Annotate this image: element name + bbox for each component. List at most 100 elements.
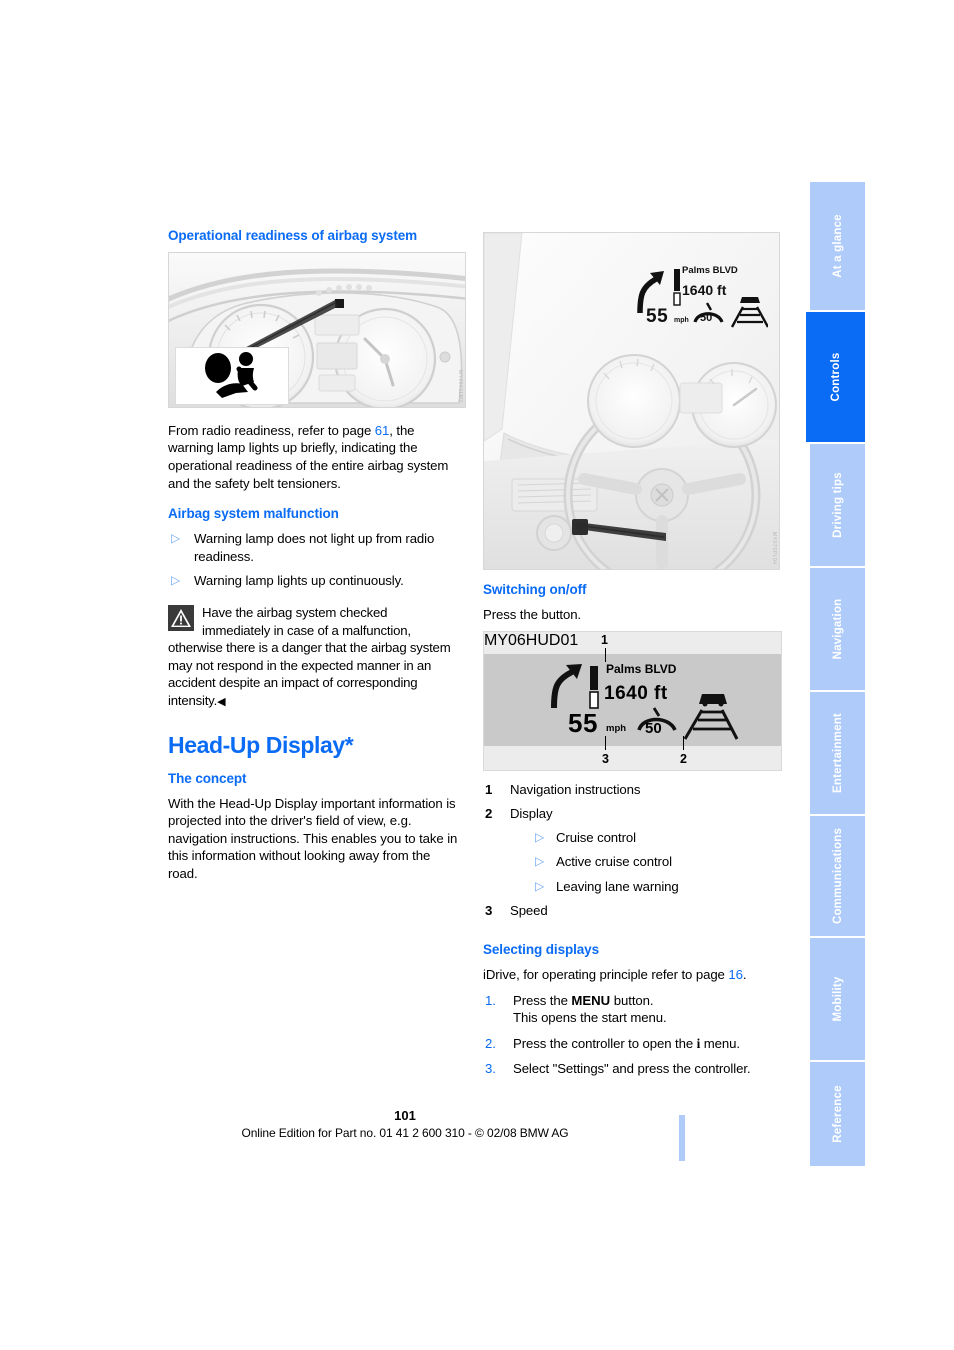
page-reference-link[interactable]: 16 <box>728 967 743 982</box>
paragraph-switching: Press the button. <box>483 606 581 622</box>
heading-airbag-malfunction: Airbag system malfunction <box>168 506 339 522</box>
step-2: 2. Press the controller to open the i men… <box>483 1035 780 1053</box>
chapter-tab-rail: At a glance Controls Driving tips Naviga… <box>806 182 865 1166</box>
warning-triangle-icon <box>168 604 194 631</box>
left-column: Operational readiness of airbag system M… <box>168 228 466 897</box>
legend-label: Display <box>510 806 553 822</box>
heading-the-concept: The concept <box>168 770 247 786</box>
heading-switching-on-off: Switching on/off <box>483 582 587 597</box>
paragraph-airbag-readiness: From radio readiness, refer to page 61, … <box>168 422 458 492</box>
right-column: Palms BLVD 1640 ft 55 mph 50 MY07SPL04 S… <box>483 232 782 1086</box>
legend-number: 2 <box>485 806 493 822</box>
warning-note: Have the airbag system checked immediate… <box>168 604 458 712</box>
triangle-bullet-icon: ▷ <box>535 829 545 844</box>
sidebar-tab-label: Navigation <box>831 598 844 660</box>
list-item: ▷ Warning lamp does not light up from ra… <box>168 530 458 565</box>
hud-speed-unit: mph <box>674 317 689 324</box>
callout-label-2: 2 <box>680 752 687 767</box>
heading-selecting-displays: Selecting displays <box>483 942 599 958</box>
figure-code: MY06011M3 <box>457 370 463 403</box>
list-item-label: Active cruise control <box>556 854 672 870</box>
figure-code: MY06HUD01 <box>484 632 579 650</box>
hud-figure-speed-unit: mph <box>606 723 627 735</box>
sidebar-tab-label: Reference <box>831 1085 844 1143</box>
step-text-second-line: This opens the start menu. <box>513 1010 667 1026</box>
paragraph-idrive: iDrive, for operating principle refer to… <box>483 966 780 984</box>
step-text-pre: Press the <box>513 992 572 1008</box>
airbag-icon <box>205 351 258 398</box>
list-item: ▷ Active cruise control <box>510 853 780 871</box>
legend-label: Speed <box>510 903 548 919</box>
step-text-post: menu. <box>700 1035 740 1051</box>
callout-leader-1 <box>605 648 606 663</box>
hud-figure-speed-limit: 50 <box>645 720 662 738</box>
list-item: ▷ Cruise control <box>510 829 780 847</box>
sidebar-tab-reference[interactable]: Reference <box>810 1062 865 1166</box>
triangle-bullet-icon: ▷ <box>535 878 545 893</box>
hud-speed-value: 55 <box>646 306 669 327</box>
warning-note-text: Have the airbag system checked immediate… <box>168 604 451 708</box>
hud-speed-limit: 50 <box>700 312 713 324</box>
sidebar-tab-label: At a glance <box>831 214 844 278</box>
callout-label-1: 1 <box>601 633 608 648</box>
sidebar-tab-at-a-glance[interactable]: At a glance <box>810 182 865 310</box>
legend-label: Navigation instructions <box>510 782 641 798</box>
heading-head-up-display: Head-Up Display* <box>168 732 354 759</box>
note-end-mark: ◀ <box>217 695 226 708</box>
sidebar-tab-label: Communications <box>831 827 844 925</box>
figure-code: MY07SPL04 <box>771 532 777 565</box>
hud-figure-speed: 55 <box>568 708 598 739</box>
page-reference-link[interactable]: 61 <box>375 423 390 438</box>
selecting-displays-steps: 1. Press the MENU button. This opens the … <box>483 992 780 1078</box>
step-text-pre: Select "Settings" and press the controll… <box>513 1061 751 1077</box>
airbag-warning-lamp-callout <box>175 346 289 405</box>
sidebar-tab-driving-tips[interactable]: Driving tips <box>810 444 865 566</box>
hud-figure-lane-warning-icon <box>683 694 739 741</box>
menu-button-label: MENU <box>571 992 611 1008</box>
figure-hud-windshield: Palms BLVD 1640 ft 55 mph 50 MY07SPL04 <box>483 232 780 570</box>
list-item-label: Warning lamp does not light up from radi… <box>194 531 435 564</box>
step-number: 1. <box>485 992 496 1008</box>
callout-leader-3 <box>605 736 606 751</box>
legend-number: 1 <box>485 782 493 798</box>
sidebar-tab-label: Entertainment <box>831 713 844 793</box>
sidebar-tab-label: Mobility <box>831 976 844 1022</box>
step-3: 3. Select "Settings" and press the contro… <box>483 1060 780 1078</box>
page-number: 101 <box>394 1108 416 1123</box>
step-text-pre: Press the controller to open the <box>513 1035 697 1051</box>
callout-label-3: 3 <box>602 752 609 767</box>
footer-accent-bar <box>679 1115 685 1161</box>
sidebar-tab-navigation[interactable]: Navigation <box>810 568 865 690</box>
paragraph-text-pre: iDrive, for operating principle refer to… <box>483 966 729 982</box>
step-text-post: button. <box>610 992 654 1008</box>
triangle-bullet-icon: ▷ <box>535 854 545 869</box>
heading-airbag-readiness: Operational readiness of airbag system <box>168 228 418 243</box>
legend-number: 3 <box>485 903 493 919</box>
sidebar-tab-entertainment[interactable]: Entertainment <box>810 692 865 814</box>
sidebar-tab-controls[interactable]: Controls <box>806 312 865 442</box>
hud-projection-overlay: Palms BLVD 1640 ft 55 mph 50 <box>630 261 770 341</box>
paragraph-text-pre: From radio readiness, refer to page <box>168 422 375 438</box>
list-item: ▷ Warning lamp lights up continuously. <box>168 572 458 590</box>
legend-item-2: 2 Display ▷ Cruise control ▷ Active crui… <box>483 805 780 895</box>
sidebar-tab-label: Driving tips <box>831 472 844 538</box>
hud-figure-distance: 1640 ft <box>604 683 668 705</box>
list-item: ▷ Leaving lane warning <box>510 878 780 896</box>
navigation-arrow-icon <box>551 664 599 710</box>
legend-item-3: 3 Speed <box>483 902 780 920</box>
leaving-lane-warning-icon <box>730 297 768 328</box>
sidebar-tab-label: Controls <box>829 352 842 402</box>
paragraph-the-concept: With the Head-Up Display important infor… <box>168 795 458 882</box>
manual-page: At a glance Controls Driving tips Naviga… <box>0 0 954 1350</box>
list-item-label: Leaving lane warning <box>556 878 679 894</box>
paragraph-text-post: . <box>742 966 747 982</box>
malfunction-list: ▷ Warning lamp does not light up from ra… <box>168 530 458 590</box>
sidebar-tab-communications[interactable]: Communications <box>810 816 865 936</box>
hud-figure-street: Palms BLVD <box>606 662 677 677</box>
triangle-bullet-icon: ▷ <box>171 531 181 546</box>
sidebar-tab-mobility[interactable]: Mobility <box>810 938 865 1060</box>
step-1: 1. Press the MENU button. This opens the … <box>483 992 780 1027</box>
step-number: 2. <box>485 1035 496 1051</box>
hud-street-name: Palms BLVD <box>682 265 738 276</box>
legend-item-1: 1 Navigation instructions <box>483 781 780 799</box>
